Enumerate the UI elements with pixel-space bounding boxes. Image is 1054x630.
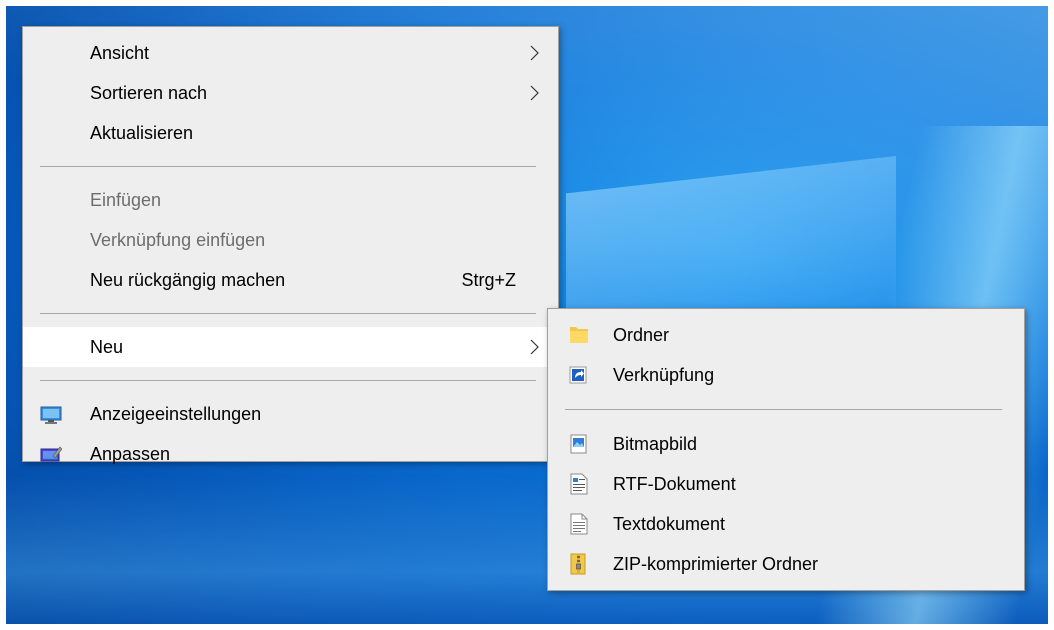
submenu-item-ordner[interactable]: Ordner	[548, 315, 1024, 355]
menu-item-sortieren-nach[interactable]: Sortieren nach	[23, 73, 558, 113]
bitmap-icon	[570, 434, 587, 454]
menu-item-label: Einfügen	[90, 190, 162, 210]
menu-item-label: Neu rückgängig machen	[90, 270, 286, 290]
menu-separator	[565, 409, 1002, 410]
chevron-right-icon	[530, 339, 539, 355]
menu-item-verknuepfung-einfuegen: Verknüpfung einfügen	[23, 220, 558, 260]
submenu-item-label: Bitmapbild	[613, 434, 698, 454]
submenu-item-textdokument[interactable]: Textdokument	[548, 504, 1024, 544]
menu-item-anpassen[interactable]: Anpassen	[23, 434, 558, 474]
menu-separator	[40, 380, 536, 381]
submenu-item-label: Ordner	[613, 325, 670, 345]
shortcut-icon	[569, 366, 587, 384]
submenu-item-verknuepfung[interactable]: Verknüpfung	[548, 355, 1024, 395]
rtf-document-icon	[570, 473, 588, 495]
personalize-icon	[40, 446, 62, 462]
desktop-context-menu: Ansicht Sortieren nach Aktualisieren Ein…	[22, 26, 559, 464]
submenu-item-label: Textdokument	[613, 514, 726, 534]
submenu-item-label: ZIP-komprimierter Ordner	[613, 554, 819, 574]
menu-item-label: Aktualisieren	[90, 123, 194, 143]
menu-item-label: Neu	[90, 337, 124, 357]
zip-folder-icon	[570, 553, 586, 575]
menu-item-label: Ansicht	[90, 43, 150, 63]
chevron-right-icon	[530, 45, 539, 61]
menu-item-label: Verknüpfung einfügen	[90, 230, 266, 250]
submenu-item-label: RTF-Dokument	[613, 474, 736, 494]
display-settings-icon	[40, 406, 62, 424]
menu-item-neu-rueckgaengig[interactable]: Neu rückgängig machen Strg+Z	[23, 260, 558, 300]
submenu-item-rtf-dokument[interactable]: RTF-Dokument	[548, 464, 1024, 504]
submenu-item-zip-ordner[interactable]: ZIP-komprimierter Ordner	[548, 544, 1024, 584]
menu-item-label: Anzeigeeinstellungen	[90, 404, 262, 424]
menu-item-anzeigeeinstellungen[interactable]: Anzeigeeinstellungen	[23, 394, 558, 434]
menu-item-label: Anpassen	[90, 444, 171, 464]
menu-separator	[40, 313, 536, 314]
text-document-icon	[570, 513, 588, 535]
menu-item-neu[interactable]: Neu	[23, 327, 558, 367]
menu-item-ansicht[interactable]: Ansicht	[23, 33, 558, 73]
menu-separator	[40, 166, 536, 167]
folder-icon	[570, 327, 588, 343]
submenu-item-label: Verknüpfung	[613, 365, 715, 385]
chevron-right-icon	[530, 85, 539, 101]
shortcut-label: Strg+Z	[461, 270, 516, 290]
menu-item-einfuegen: Einfügen	[23, 180, 558, 220]
menu-item-label: Sortieren nach	[90, 83, 208, 103]
new-submenu: Ordner Verknüpfung Bitmapbild RTF-Dokume…	[547, 308, 1025, 591]
windows-logo-pane	[566, 156, 896, 326]
menu-item-aktualisieren[interactable]: Aktualisieren	[23, 113, 558, 153]
submenu-item-bitmapbild[interactable]: Bitmapbild	[548, 424, 1024, 464]
